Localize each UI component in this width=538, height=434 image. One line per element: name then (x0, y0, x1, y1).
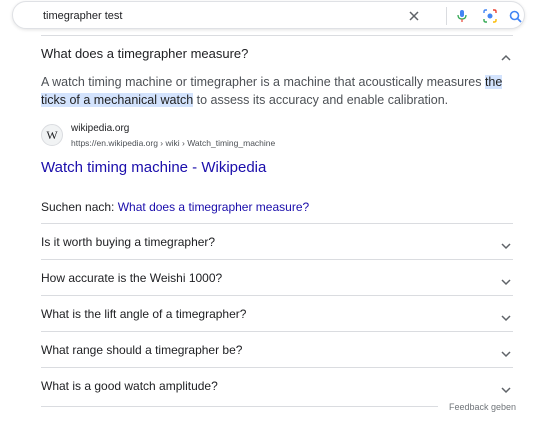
question-text: How accurate is the Weishi 1000? (41, 271, 223, 285)
chevron-down-icon[interactable] (501, 273, 511, 291)
question-text: What range should a timegrapher be? (41, 343, 243, 357)
chevron-down-icon[interactable] (501, 237, 511, 255)
search-icon[interactable] (507, 8, 523, 24)
question-item[interactable]: How accurate is the Weishi 1000? (41, 259, 513, 295)
answer-text-end: to assess its accuracy and enable calibr… (193, 93, 449, 107)
result-title-link[interactable]: Watch timing machine - Wikipedia (41, 159, 266, 176)
chevron-down-icon[interactable] (501, 381, 511, 399)
search-for-link[interactable]: What does a timegrapher measure? (118, 200, 309, 214)
question-item[interactable]: What is a good watch amplitude? (41, 367, 513, 403)
feedback-link[interactable]: Feedback geben (449, 402, 516, 412)
chevron-down-icon[interactable] (501, 309, 511, 327)
chevron-up-icon[interactable] (501, 48, 511, 66)
search-for-row: Suchen nach: What does a timegrapher mea… (41, 200, 309, 214)
question-item[interactable]: What is the lift angle of a timegrapher? (41, 295, 513, 331)
microphone-icon[interactable] (454, 8, 470, 24)
question-item[interactable]: Is it worth buying a timegrapher? (41, 223, 513, 259)
search-for-label: Suchen nach: (41, 200, 118, 214)
question-item[interactable]: What range should a timegrapher be? (41, 331, 513, 367)
source-site-name: wikipedia.org (71, 123, 130, 134)
question-expanded[interactable]: What does a timegrapher measure? (41, 36, 513, 70)
question-text: What is a good watch amplitude? (41, 379, 218, 393)
source-attribution[interactable]: W wikipedia.org https://en.wikipedia.org… (41, 122, 341, 152)
search-bar[interactable]: timegrapher test (12, 1, 525, 29)
chevron-down-icon[interactable] (501, 345, 511, 363)
question-text: What does a timegrapher measure? (41, 46, 249, 61)
answer-text: A watch timing machine or timegrapher is… (41, 75, 485, 89)
question-text: What is the lift angle of a timegrapher? (41, 307, 247, 321)
source-url: https://en.wikipedia.org › wiki › Watch_… (71, 138, 276, 148)
divider (41, 406, 438, 407)
question-text: Is it worth buying a timegrapher? (41, 235, 216, 249)
camera-lens-icon[interactable] (482, 8, 498, 24)
answer-snippet: A watch timing machine or timegrapher is… (41, 73, 511, 109)
clear-icon[interactable] (406, 8, 422, 24)
wikipedia-icon: W (41, 124, 63, 146)
search-input[interactable]: timegrapher test (43, 10, 122, 22)
divider (446, 7, 447, 25)
